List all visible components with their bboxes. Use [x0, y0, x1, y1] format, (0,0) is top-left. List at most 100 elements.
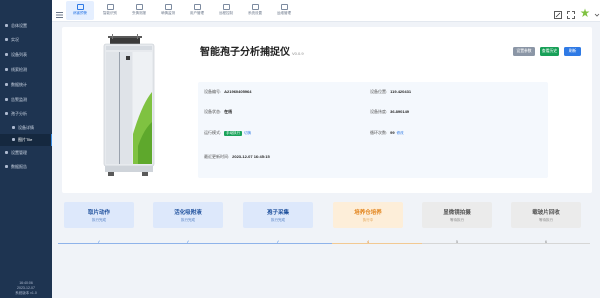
step-microscope-capture[interactable]: 显微镜拍摄 等待执行 [422, 202, 492, 228]
device-image [103, 34, 155, 176]
mode-field: 运行模式: 手动执行 切换 [204, 130, 251, 136]
step-status: 执行完成 [271, 218, 285, 222]
warning-icon [76, 4, 84, 10]
sidebar-item-label: 图片Tile [18, 137, 33, 142]
menu-icon[interactable] [56, 6, 64, 18]
spore-icon [5, 112, 8, 116]
sidebar-item-label: 设备详情 [18, 125, 34, 130]
sidebar-item-device-detail[interactable]: 设备详情 [0, 122, 52, 134]
step-name: 培养仓培养 [354, 210, 382, 216]
gear-icon [251, 4, 259, 10]
location-value: 119.420431 [390, 89, 412, 94]
recognition-icon [106, 4, 114, 10]
chevron-down-icon[interactable] [593, 6, 600, 17]
step-status: 执行完成 [181, 218, 195, 222]
sidebar-item-image-tile[interactable]: 图片Tile [0, 134, 52, 146]
step-activate-adsorbent[interactable]: 活化吸附液 执行完成 [153, 202, 223, 228]
status-value: 在线 [224, 109, 233, 114]
progress-current-segment [332, 243, 422, 244]
footer-version: 系统版本 v1.0 [15, 291, 37, 295]
step-status: 等待执行 [539, 218, 553, 222]
updated-value: 2023-12-07 16:45:15 [232, 154, 270, 159]
tab-label: 远程控制 [219, 11, 233, 15]
cycle-field: 循环次数: 99 修改 [370, 130, 404, 136]
sidebar-item-live[interactable]: 实况 [0, 34, 52, 46]
mode-label: 运行模式: [204, 130, 222, 135]
mode-badge: 手动执行 [224, 131, 243, 136]
step-take-slide[interactable]: 取片动作 执行完成 [64, 202, 134, 228]
user-icon [193, 4, 201, 10]
progress-marker-number: 4 [366, 239, 370, 244]
step-spore-collection[interactable]: 孢子采集 执行完成 [243, 202, 313, 228]
sidebar-item-alarm[interactable]: 告警监测 [0, 94, 52, 106]
expand-icon[interactable] [567, 6, 575, 19]
tab-label: 病害预警 [73, 11, 87, 15]
remote-icon [222, 4, 230, 10]
tab-smart-recognition[interactable]: 智能识别 [96, 1, 124, 20]
sidebar-item-label: 数据报告 [11, 164, 27, 169]
tab-system-settings[interactable]: 系统设置 [241, 1, 269, 20]
step-status: 等待执行 [450, 218, 464, 222]
step-name: 取片动作 [87, 210, 110, 216]
sidebar-item-settings[interactable]: 设置管理 [0, 147, 52, 159]
live-icon [5, 38, 8, 42]
step-slide-recovery[interactable]: 载玻片回收 等待执行 [511, 202, 581, 228]
status-field: 设备状态: 在线 [204, 109, 232, 115]
latitude-field: 设备纬度: 36.890149 [370, 109, 409, 115]
settings-icon [5, 151, 8, 155]
tab-label: 墒情监测 [161, 11, 175, 15]
tab-label: 虫情测报 [132, 11, 146, 15]
progress-marker-check-icon: ✓ [186, 239, 190, 244]
serial-field: 设备编号: A21960405964 [204, 89, 251, 95]
tab-label: 智能识别 [103, 11, 117, 15]
settings-button[interactable]: 设置参数 [513, 47, 535, 56]
tab-soil-monitor[interactable]: 墒情监测 [154, 1, 182, 20]
latitude-label: 设备纬度: [370, 109, 388, 114]
cycle-edit-link[interactable]: 修改 [397, 131, 404, 135]
sidebar-item-label: 孢子分析 [11, 111, 27, 116]
step-status: 执行中 [362, 218, 374, 222]
detection-icon [5, 68, 8, 72]
sidebar-item-label: 告警监测 [11, 97, 27, 102]
pest-icon [135, 4, 143, 10]
fullscreen-icon[interactable] [554, 6, 562, 19]
alarm-icon [5, 98, 8, 102]
tab-label: 用户管理 [190, 11, 204, 15]
history-button[interactable]: 查看历史 [540, 47, 559, 56]
serial-value: A21960405964 [224, 89, 252, 94]
sidebar-item-statistics[interactable]: 数据统计 [0, 79, 52, 91]
device-title-text: 智能孢子分析捕捉仪 [200, 47, 290, 58]
device-info-panel: 设备编号: A21960405964 设备位置: 119.420431 设备状态: 在… [198, 82, 548, 178]
tab-pest-forecast[interactable]: 虫情测报 [125, 1, 153, 20]
tab-label: 系统设置 [248, 11, 262, 15]
sidebar: 总体设置 实况 设备列表 线索检测 数据统计 告警监测 孢子分析 设备详情 图片… [0, 0, 52, 298]
sidebar-item-device-list[interactable]: 设备列表 [0, 49, 52, 61]
sidebar-item-label: 总体设置 [11, 23, 27, 28]
step-incubation[interactable]: 培养仓培养 执行中 [333, 202, 403, 228]
progress-pending-segment [422, 243, 590, 244]
progress-marker-number: 6 [544, 239, 548, 244]
status-label: 设备状态: [204, 109, 222, 114]
tab-disease-warning[interactable]: 病害预警 [66, 1, 94, 20]
list-icon [5, 53, 8, 57]
step-name: 活化吸附液 [174, 210, 202, 216]
step-name: 显微镜拍摄 [443, 210, 471, 216]
tab-maintenance[interactable]: 运维管理 [270, 1, 298, 20]
mode-switch-link[interactable]: 切换 [244, 131, 251, 135]
tab-remote-control[interactable]: 远程控制 [212, 1, 240, 20]
sidebar-item-spore-analysis[interactable]: 孢子分析 [0, 108, 52, 120]
refresh-button[interactable]: 刷新 [564, 47, 581, 56]
tab-user-management[interactable]: 用户管理 [183, 1, 211, 20]
sidebar-item-report[interactable]: 数据报告 [0, 161, 52, 173]
app-root: 总体设置 实况 设备列表 线索检测 数据统计 告警监测 孢子分析 设备详情 图片… [0, 0, 600, 298]
progress-marker-number: 5 [455, 239, 459, 244]
user-avatar[interactable] [580, 5, 590, 17]
step-status: 执行完成 [92, 218, 106, 222]
chart-icon [5, 83, 8, 87]
location-field: 设备位置: 119.420431 [370, 89, 411, 95]
sidebar-item-label: 线索检测 [11, 67, 27, 72]
sidebar-item-detection[interactable]: 线索检测 [0, 64, 52, 76]
device-version: V0.0.9 [292, 51, 304, 56]
sidebar-item-overall-settings[interactable]: 总体设置 [0, 20, 52, 32]
cycle-value: 99 [390, 130, 395, 135]
